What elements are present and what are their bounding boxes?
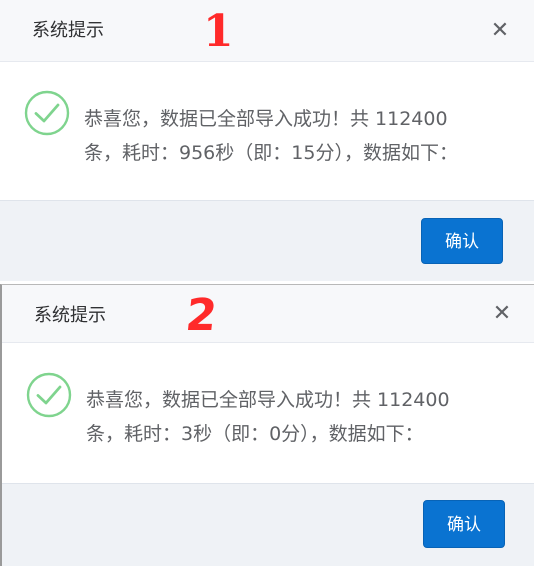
message-dialog-1: 系统提示 ✕ 1 恭喜您，数据已全部导入成功！共 112400 条，耗时：956… [0,0,534,281]
confirm-button[interactable]: 确认 [421,218,503,264]
dialog-footer: 确认 [2,483,534,566]
success-check-icon [26,372,72,418]
close-icon[interactable]: ✕ [490,302,514,326]
dialog-title: 系统提示 [34,305,106,326]
message-dialog-2: 系统提示 ✕ 恭喜您，数据已全部导入成功！共 112400 条，耗时：3秒（即：… [0,284,534,566]
dialog-footer: 确认 [0,200,534,281]
screenshot: 系统提示 ✕ 1 恭喜您，数据已全部导入成功！共 112400 条，耗时：956… [0,0,534,566]
message-line-2: 条，耗时：3秒（即：0分），数据如下： [86,423,424,445]
dialog-body: 恭喜您，数据已全部导入成功！共 112400 条，耗时：956秒（即：15分），… [0,62,534,200]
close-icon[interactable]: ✕ [488,19,512,43]
confirm-button[interactable]: 确认 [423,500,505,548]
annotation-label: 1 [203,6,234,57]
message-line-1: 恭喜您，数据已全部导入成功！共 112400 [86,389,450,411]
message-line-2: 条，耗时：956秒（即：15分），数据如下： [84,142,458,164]
dialog-message: 恭喜您，数据已全部导入成功！共 112400 条，耗时：3秒（即：0分），数据如… [86,383,506,451]
dialog-header: 系统提示 ✕ [2,285,534,343]
dialog-body: 恭喜您，数据已全部导入成功！共 112400 条，耗时：3秒（即：0分），数据如… [2,343,534,483]
dialog-message: 恭喜您，数据已全部导入成功！共 112400 条，耗时：956秒（即：15分），… [84,102,504,170]
dialog-title: 系统提示 [32,20,104,41]
message-line-1: 恭喜您，数据已全部导入成功！共 112400 [84,108,448,130]
dialog-header: 系统提示 ✕ [0,0,534,62]
success-check-icon [24,90,70,136]
annotation-label: 2 [183,290,220,341]
